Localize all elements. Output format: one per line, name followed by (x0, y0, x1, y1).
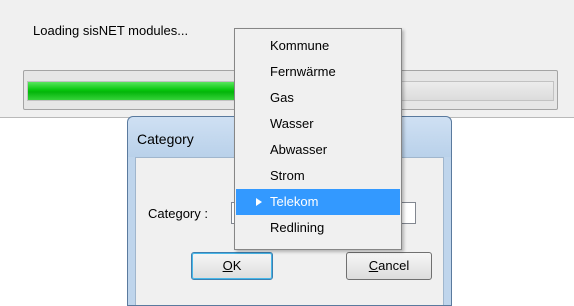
dropdown-item-telekom-label: Telekom (270, 194, 319, 209)
dropdown-item-fernwaerme[interactable]: Fernwärme (236, 59, 400, 85)
ok-mnemonic: O (222, 258, 233, 273)
selected-arrow-icon (256, 198, 262, 206)
dropdown-item-gas[interactable]: Gas (236, 85, 400, 111)
dropdown-item-kommune[interactable]: Kommune (236, 33, 400, 59)
cancel-label: ancel (378, 258, 410, 273)
dropdown-item-wasser[interactable]: Wasser (236, 111, 400, 137)
cancel-button[interactable]: Cancel (346, 252, 432, 280)
dropdown-item-redlining[interactable]: Redlining (236, 215, 400, 241)
category-dropdown-list[interactable]: Kommune Fernwärme Gas Wasser Abwasser St… (234, 28, 402, 250)
loading-message: Loading sisNET modules... (33, 23, 189, 38)
ok-label: K (232, 258, 242, 273)
dropdown-item-abwasser[interactable]: Abwasser (236, 137, 400, 163)
category-label: Category : (148, 206, 208, 221)
ok-button[interactable]: OK (191, 252, 273, 280)
dialog-title: Category (137, 131, 194, 147)
cancel-mnemonic: C (368, 258, 379, 273)
dropdown-item-telekom[interactable]: Telekom (236, 189, 400, 215)
dropdown-item-strom[interactable]: Strom (236, 163, 400, 189)
